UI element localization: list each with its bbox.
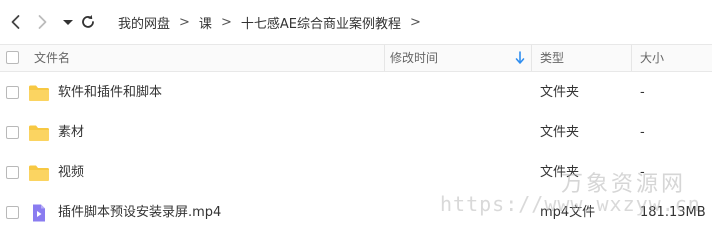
file-size: - bbox=[640, 125, 645, 140]
breadcrumb-item-my-drive[interactable]: 我的网盘 bbox=[118, 13, 170, 32]
file-type: 文件夹 bbox=[540, 125, 580, 140]
file-type: 文件夹 bbox=[540, 165, 580, 180]
back-button[interactable] bbox=[6, 12, 26, 32]
folder-icon bbox=[28, 124, 50, 142]
file-row[interactable]: 素材 文件夹 - bbox=[0, 113, 712, 153]
forward-button[interactable] bbox=[32, 12, 52, 32]
column-header-size[interactable]: 大小 bbox=[640, 45, 664, 71]
refresh-icon bbox=[82, 15, 94, 28]
file-type: mp4文件 bbox=[540, 205, 596, 220]
sort-descending-icon[interactable] bbox=[514, 51, 526, 65]
file-row[interactable]: 软件和插件和脚本 文件夹 - bbox=[0, 73, 712, 113]
file-row[interactable]: 插件脚本预设安装录屏.mp4 mp4文件 181.13MB bbox=[0, 193, 712, 233]
column-header-type[interactable]: 类型 bbox=[540, 45, 564, 71]
chevron-left-icon bbox=[11, 15, 20, 29]
refresh-button[interactable] bbox=[78, 12, 98, 32]
row-checkbox[interactable] bbox=[6, 206, 19, 219]
row-checkbox[interactable] bbox=[6, 86, 19, 99]
file-size: - bbox=[640, 165, 645, 180]
file-list-header: 文件名 修改时间 类型 大小 bbox=[0, 44, 712, 72]
breadcrumb: 我的网盘 > 课 > 十七感AE综合商业案例教程 > bbox=[118, 0, 430, 44]
column-header-modified[interactable]: 修改时间 bbox=[390, 45, 438, 71]
select-all-checkbox[interactable] bbox=[6, 51, 19, 64]
file-type: 文件夹 bbox=[540, 85, 580, 100]
history-dropdown-button[interactable] bbox=[58, 12, 78, 32]
toolbar: 我的网盘 > 课 > 十七感AE综合商业案例教程 > bbox=[0, 0, 712, 44]
breadcrumb-separator: > bbox=[179, 14, 190, 30]
file-name[interactable]: 视频 bbox=[58, 153, 84, 193]
column-header-name[interactable]: 文件名 bbox=[34, 45, 70, 71]
file-size: 181.13MB bbox=[640, 205, 706, 220]
column-divider[interactable] bbox=[531, 45, 532, 71]
row-checkbox[interactable] bbox=[6, 126, 19, 139]
breadcrumb-separator: > bbox=[409, 14, 421, 30]
row-checkbox[interactable] bbox=[6, 166, 19, 179]
folder-icon bbox=[28, 84, 50, 102]
file-name[interactable]: 素材 bbox=[58, 113, 84, 153]
breadcrumb-separator: > bbox=[220, 14, 232, 30]
file-name[interactable]: 插件脚本预设安装录屏.mp4 bbox=[58, 193, 221, 233]
file-row[interactable]: 视频 文件夹 - bbox=[0, 153, 712, 193]
video-file-icon bbox=[28, 204, 50, 222]
file-name[interactable]: 软件和插件和脚本 bbox=[58, 73, 162, 113]
caret-down-icon bbox=[63, 20, 73, 25]
column-divider[interactable] bbox=[384, 45, 385, 71]
breadcrumb-item-current-folder[interactable]: 十七感AE综合商业案例教程 bbox=[241, 13, 401, 32]
breadcrumb-item-course[interactable]: 课 bbox=[199, 13, 212, 32]
file-size: - bbox=[640, 85, 645, 100]
folder-icon bbox=[28, 164, 50, 182]
column-divider[interactable] bbox=[631, 45, 632, 71]
chevron-right-icon bbox=[38, 15, 47, 29]
